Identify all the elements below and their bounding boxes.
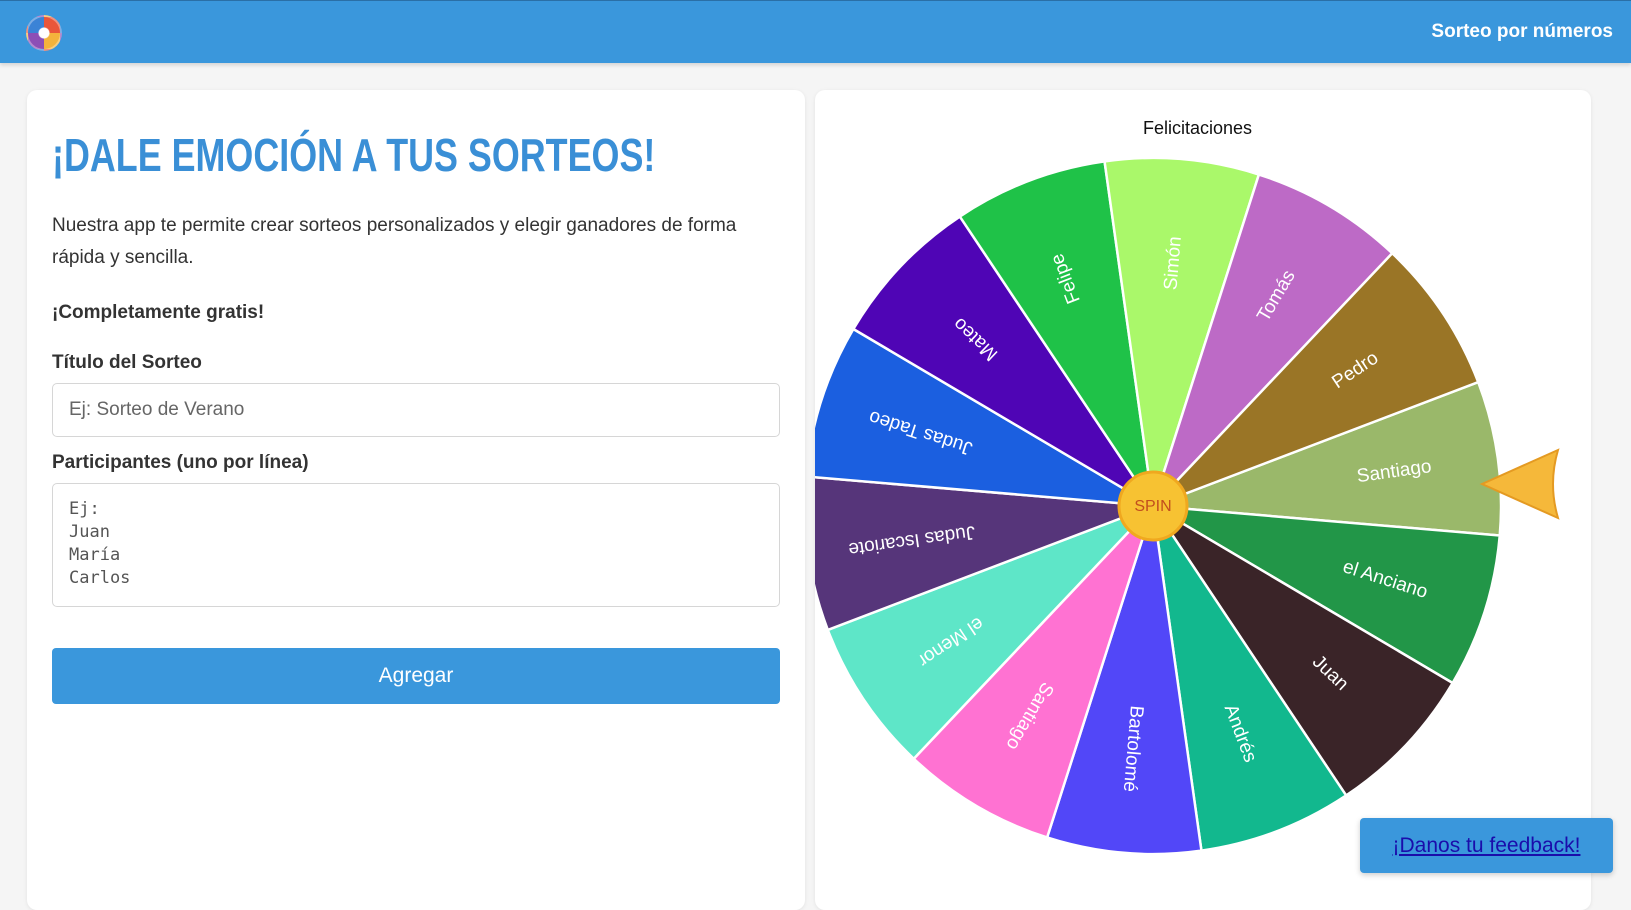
title-input[interactable] (52, 383, 780, 437)
prize-wheel[interactable]: Santiagoel AncianoJuanAndrésBartoloméSan… (815, 90, 1591, 910)
top-navbar: Sorteo por números (0, 0, 1631, 63)
feedback-link[interactable]: ¡Danos tu feedback! (1393, 834, 1581, 858)
app-description: Nuestra app te permite crear sorteos per… (52, 215, 737, 268)
nav-link-sorteo-numeros[interactable]: Sorteo por números (1431, 21, 1613, 43)
feedback-button[interactable]: ¡Danos tu feedback! (1360, 818, 1613, 873)
participants-label: Participantes (uno por línea) (52, 452, 309, 473)
form-card: ¡Dale emoción a tus sorteos! Nuestra app… (27, 90, 805, 910)
add-button[interactable]: Agregar (52, 648, 780, 704)
page-headline: ¡Dale emoción a tus sorteos! (52, 129, 656, 181)
free-note: ¡Completamente gratis! (52, 302, 265, 323)
spin-label: SPIN (1134, 498, 1171, 515)
wheel-card: Felicitaciones Santiago el Anciano Juan And… (815, 90, 1591, 910)
participants-textarea[interactable] (52, 483, 780, 607)
title-label: Título del Sorteo (52, 352, 202, 373)
app-logo-icon[interactable] (26, 15, 62, 51)
